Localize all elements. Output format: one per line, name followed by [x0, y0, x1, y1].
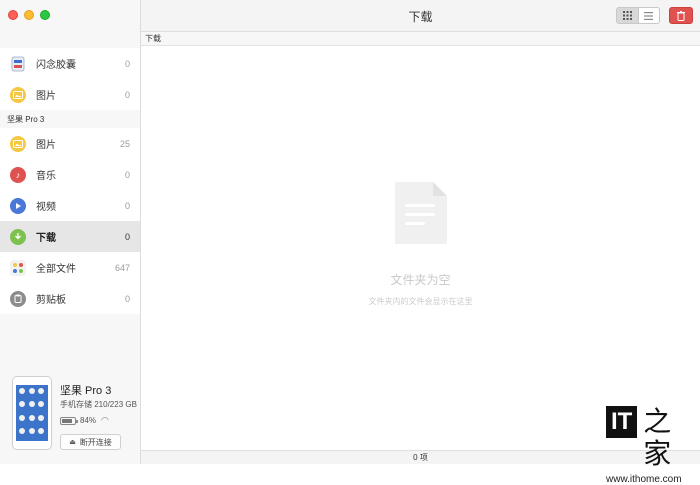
sidebar-item-count: 0	[124, 200, 130, 211]
battery-status: 84% ◠	[60, 415, 109, 426]
maximize-window-button[interactable]	[40, 10, 50, 20]
sidebar-item-count: 25	[119, 138, 130, 149]
eject-icon: ⏏	[69, 439, 76, 446]
device-panel: 坚果 Pro 3 手机存储 210/223 GB 84% ◠ ⏏ 断开连接	[0, 370, 140, 464]
document-icon	[394, 182, 447, 244]
trash-icon	[677, 10, 685, 21]
sidebar-item-label: 音乐	[36, 171, 56, 182]
sidebar: 闪念胶囊 0 图片 0 坚果 Pro 3 图片 25 ♪ 音乐 0 视频 0 下…	[0, 0, 141, 464]
sidebar-item-count: 0	[124, 58, 130, 69]
logo-it: IT	[606, 406, 638, 438]
download-icon	[10, 228, 26, 245]
view-mode-switch	[616, 7, 660, 24]
image-icon	[10, 86, 26, 103]
device-section-title: 坚果 Pro 3	[7, 115, 45, 124]
all-files-icon	[10, 259, 26, 276]
sidebar-item-count: 0	[124, 89, 130, 100]
sidebar-item-device-images[interactable]: 图片 25	[0, 128, 140, 159]
sidebar-item-count: 647	[114, 262, 130, 273]
sidebar-item-label: 下载	[36, 233, 56, 244]
wifi-icon: ◠	[101, 415, 109, 425]
music-icon: ♪	[10, 166, 26, 183]
image-icon	[10, 135, 26, 152]
disconnect-button[interactable]: ⏏ 断开连接	[60, 434, 121, 450]
battery-icon	[60, 416, 78, 425]
clipboard-icon	[10, 290, 26, 307]
sidebar-item-downloads[interactable]: 下载 0	[0, 221, 140, 252]
ithome-watermark: IT 之家 www.ithome.com	[606, 406, 692, 485]
sidebar-item-video[interactable]: 视频 0	[0, 190, 140, 221]
sidebar-item-clipboard[interactable]: 剪贴板 0	[0, 283, 140, 314]
window-controls	[8, 10, 50, 20]
empty-state: 文件夹为空 文件夹内的文件会显示在这里	[141, 180, 700, 307]
battery-percent: 84%	[80, 416, 97, 425]
list-view-icon	[644, 11, 654, 20]
sidebar-item-label: 图片	[36, 140, 56, 151]
phone-thumbnail	[12, 376, 52, 450]
app-window: 闪念胶囊 0 图片 0 坚果 Pro 3 图片 25 ♪ 音乐 0 视频 0 下…	[0, 0, 700, 485]
sidebar-item-label: 剪贴板	[36, 295, 66, 306]
delete-button[interactable]	[669, 7, 693, 24]
sidebar-item-count: 0	[124, 169, 130, 180]
sidebar-item-capsule[interactable]: 闪念胶囊 0	[0, 48, 140, 79]
sidebar-item-music[interactable]: ♪ 音乐 0	[0, 159, 140, 190]
watermark-url: www.ithome.com	[606, 474, 682, 485]
breadcrumb: 下载	[141, 32, 700, 46]
main-panel: 下载 下载 文件夹为空 文件夹内的文件会显示在这里 0 项	[141, 0, 700, 464]
minimize-window-button[interactable]	[24, 10, 34, 20]
disconnect-label: 断开连接	[79, 437, 112, 447]
device-name: 坚果 Pro 3	[60, 385, 112, 397]
list-view-button[interactable]	[639, 8, 660, 23]
sidebar-item-count: 0	[124, 231, 130, 242]
sidebar-item-all-files[interactable]: 全部文件 647	[0, 252, 140, 283]
empty-title: 文件夹为空	[390, 273, 451, 287]
sidebar-item-label: 视频	[36, 202, 56, 213]
device-storage: 手机存储 210/223 GB	[60, 400, 137, 409]
sidebar-item-local-images[interactable]: 图片 0	[0, 79, 140, 110]
logo-han: 之家	[643, 406, 672, 469]
empty-subtitle: 文件夹内的文件会显示在这里	[368, 297, 473, 306]
close-window-button[interactable]	[8, 10, 18, 20]
sidebar-item-label: 闪念胶囊	[36, 60, 76, 71]
grid-view-icon	[622, 11, 632, 20]
video-icon	[10, 197, 26, 214]
toolbar: 下载	[141, 0, 700, 32]
capsule-icon	[10, 55, 26, 72]
grid-view-button[interactable]	[617, 8, 639, 23]
sidebar-item-count: 0	[124, 293, 130, 304]
ithome-logo: IT 之家	[606, 406, 692, 470]
sidebar-item-label: 图片	[36, 91, 56, 102]
sidebar-item-label: 全部文件	[36, 264, 76, 275]
